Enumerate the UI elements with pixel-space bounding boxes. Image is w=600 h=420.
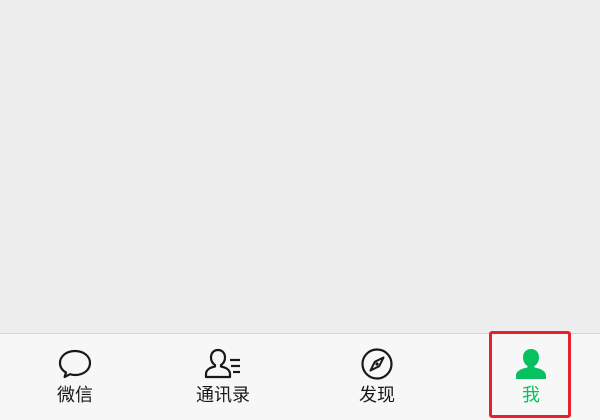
contacts-icon (203, 347, 243, 381)
screen: 微信 通讯录 发现 我 (0, 0, 600, 420)
person-icon (511, 347, 551, 381)
tab-contacts[interactable]: 通讯录 (148, 334, 298, 420)
compass-icon (357, 347, 397, 381)
tab-contacts-label: 通讯录 (196, 385, 250, 406)
tab-me-label: 我 (522, 385, 540, 406)
content-area (0, 0, 600, 333)
tab-me[interactable]: 我 (456, 334, 600, 420)
tab-discover[interactable]: 发现 (302, 334, 452, 420)
tab-chats[interactable]: 微信 (0, 334, 150, 420)
bottom-tab-bar: 微信 通讯录 发现 我 (0, 333, 600, 420)
tab-discover-label: 发现 (359, 385, 395, 406)
chat-bubble-icon (55, 347, 95, 381)
tab-chats-label: 微信 (57, 385, 93, 406)
